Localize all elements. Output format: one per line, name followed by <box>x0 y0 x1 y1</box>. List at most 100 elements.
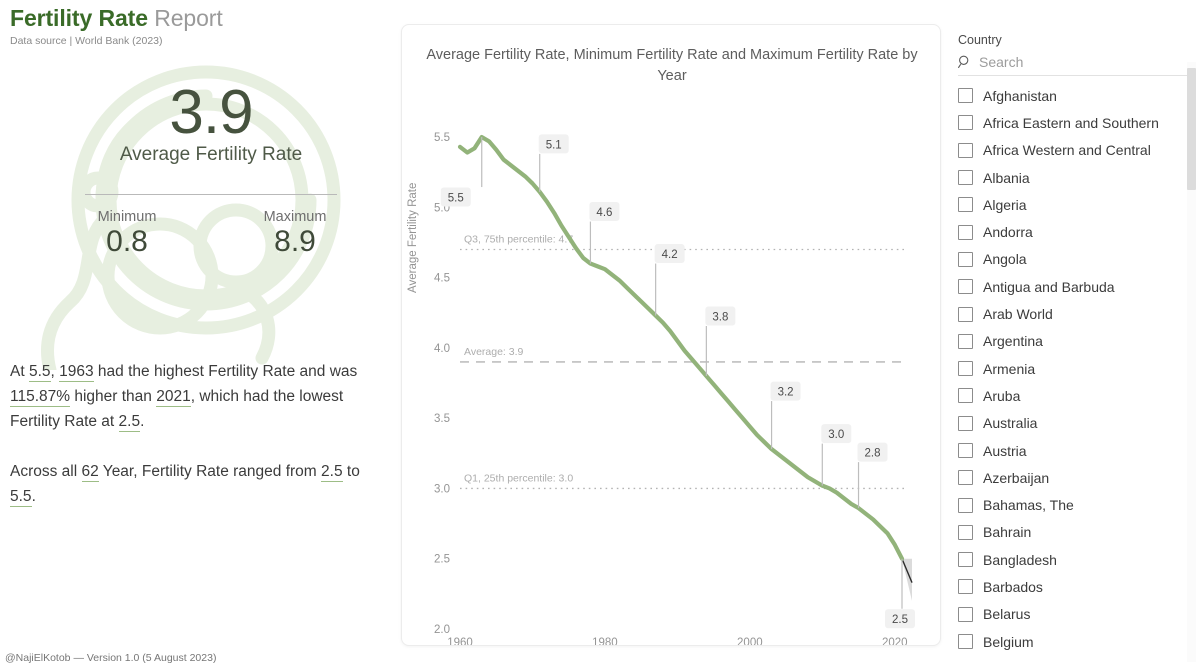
slicer-item[interactable]: Albania <box>958 164 1196 191</box>
slicer-item-list[interactable]: Afghanistan Africa Eastern and Southern Af… <box>958 82 1196 670</box>
fertility-rate-line[interactable] <box>457 134 905 561</box>
x-axis-tick-label: 1960 <box>447 637 473 645</box>
slicer-item[interactable]: Armenia <box>958 355 1196 382</box>
narr-p2-range-min: 2.5 <box>321 463 343 482</box>
slicer-item[interactable]: Africa Eastern and Southern <box>958 109 1196 136</box>
checkbox-icon[interactable] <box>958 388 973 404</box>
kpi-minmax-row: Minimum 0.8 Maximum 8.9 <box>20 208 402 260</box>
slicer-item[interactable]: Austria <box>958 437 1196 464</box>
narr-p1-f: . <box>140 413 145 430</box>
x-axis-tick-label: 1980 <box>592 637 618 645</box>
search-input[interactable]: Search <box>958 51 1196 76</box>
y-axis-tick-label: 5.5 <box>434 132 450 144</box>
kpi-average-caption: Average Fertility Rate <box>119 144 303 165</box>
chart-plot-area[interactable]: 2.02.53.03.54.04.55.05.51960 1980 2000 2020… <box>402 25 940 645</box>
checkbox-icon[interactable] <box>958 224 973 240</box>
line-chart-card[interactable]: Average Fertility Rate, Minimum Fertilit… <box>401 24 941 646</box>
data-label-value: 3.2 <box>778 387 794 399</box>
checkbox-icon[interactable] <box>958 197 973 213</box>
kpi-minimum: Minimum 0.8 <box>73 208 181 260</box>
slicer-item[interactable]: Africa Western and Central <box>958 137 1196 164</box>
slicer-item[interactable]: Australia <box>958 410 1196 437</box>
kpi-average-value: 3.9 <box>169 78 253 147</box>
narr-p1-b: , <box>50 363 60 380</box>
checkbox-icon[interactable] <box>958 552 973 568</box>
checkbox-icon[interactable] <box>958 115 973 131</box>
y-axis-tick-label: 4.5 <box>434 273 450 285</box>
data-label-value: 3.0 <box>828 429 844 441</box>
checkbox-icon[interactable] <box>958 306 973 322</box>
slicer-item-label: Antigua and Barbuda <box>983 278 1115 295</box>
data-source-subtitle: Data source | World Bank (2023) <box>10 35 163 47</box>
checkbox-icon[interactable] <box>958 333 973 349</box>
slicer-scrollbar-thumb[interactable] <box>1187 68 1196 190</box>
page-title-secondary: Report <box>154 5 223 31</box>
slicer-item[interactable]: Algeria <box>958 191 1196 218</box>
report-page: Fertility Rate Report Data source | Worl… <box>0 0 1200 671</box>
checkbox-icon[interactable] <box>958 634 973 650</box>
slicer-item-label: Barbados <box>983 578 1043 595</box>
narr-p2-a: Across all <box>10 463 82 480</box>
country-slicer[interactable]: Country Search Afghanistan Africa Eastern… <box>958 32 1196 662</box>
narr-p1-lowest-value: 2.5 <box>118 413 141 432</box>
slicer-item[interactable]: Antigua and Barbuda <box>958 273 1196 300</box>
slicer-item-label: Bahrain <box>983 524 1032 541</box>
kpi-maximum-value: 8.9 <box>274 225 316 258</box>
slicer-item-label: Africa Western and Central <box>983 142 1151 159</box>
slicer-item[interactable]: Azerbaijan <box>958 464 1196 491</box>
reference-line-label: Q1, 25th percentile: 3.0 <box>464 472 573 484</box>
checkbox-icon[interactable] <box>958 470 973 486</box>
checkbox-icon[interactable] <box>958 524 973 540</box>
slicer-item[interactable]: Barbados <box>958 573 1196 600</box>
narr-p2-range-max: 5.5 <box>10 488 32 507</box>
slicer-item[interactable]: Argentina <box>958 328 1196 355</box>
checkbox-icon[interactable] <box>958 606 973 622</box>
y-axis-tick-label: 2.5 <box>434 554 450 566</box>
x-axis-tick-label: 2020 <box>882 637 908 645</box>
slicer-item-label: Africa Eastern and Southern <box>983 114 1159 131</box>
checkbox-icon[interactable] <box>958 88 973 104</box>
slicer-item-label: Armenia <box>983 360 1036 377</box>
narr-p1-percent: 115.87% <box>10 388 71 407</box>
narrative-paragraph-2: Across all 62 Year, Fertility Rate range… <box>10 459 388 509</box>
narrative-paragraph-1: At 5.5, 1963 had the highest Fertility R… <box>10 359 388 434</box>
y-axis-tick-label: 4.0 <box>434 343 450 355</box>
checkbox-icon[interactable] <box>958 415 973 431</box>
checkbox-icon[interactable] <box>958 251 973 267</box>
slicer-item-label: Argentina <box>983 333 1043 350</box>
checkbox-icon[interactable] <box>958 279 973 295</box>
slicer-item[interactable]: Aruba <box>958 382 1196 409</box>
slicer-item-label: Belgium <box>983 633 1034 650</box>
slicer-item-label: Aruba <box>983 387 1021 404</box>
checkbox-icon[interactable] <box>958 443 973 458</box>
checkbox-icon[interactable] <box>958 170 973 186</box>
slicer-item-label: Bahamas, The <box>983 497 1074 514</box>
narr-p2-c: to <box>342 463 360 480</box>
slicer-item[interactable]: Bahamas, The <box>958 491 1196 518</box>
checkbox-icon[interactable] <box>958 579 973 595</box>
slicer-item[interactable]: Belgium <box>958 628 1196 655</box>
slicer-item[interactable]: Arab World <box>958 300 1196 327</box>
narr-p1-c: had the highest Fertility Rate and was <box>93 363 358 380</box>
slicer-item[interactable]: Andorra <box>958 218 1196 245</box>
slicer-item-label: Austria <box>983 442 1027 459</box>
checkbox-icon[interactable] <box>958 142 973 158</box>
data-label-value: 2.8 <box>865 448 881 460</box>
slicer-item-label: Arab World <box>983 306 1053 323</box>
page-title-primary: Fertility Rate <box>10 5 148 31</box>
reference-line-label: Average: 3.9 <box>464 346 524 358</box>
slicer-item[interactable]: Bahrain <box>958 519 1196 546</box>
search-placeholder: Search <box>979 54 1024 70</box>
slicer-item[interactable]: Bangladesh <box>958 546 1196 573</box>
slicer-item[interactable]: Angola <box>958 246 1196 273</box>
data-label-value: 2.5 <box>892 614 908 626</box>
checkbox-icon[interactable] <box>958 361 973 377</box>
checkbox-icon[interactable] <box>958 497 973 513</box>
slicer-item-label: Australia <box>983 415 1038 432</box>
slicer-item[interactable]: Afghanistan <box>958 82 1196 109</box>
slicer-title: Country <box>958 33 1002 47</box>
slicer-item-label: Andorra <box>983 224 1033 241</box>
y-axis-tick-label: 3.5 <box>434 413 450 425</box>
slicer-item-label: Afghanistan <box>983 87 1057 104</box>
slicer-item[interactable]: Belarus <box>958 601 1196 628</box>
